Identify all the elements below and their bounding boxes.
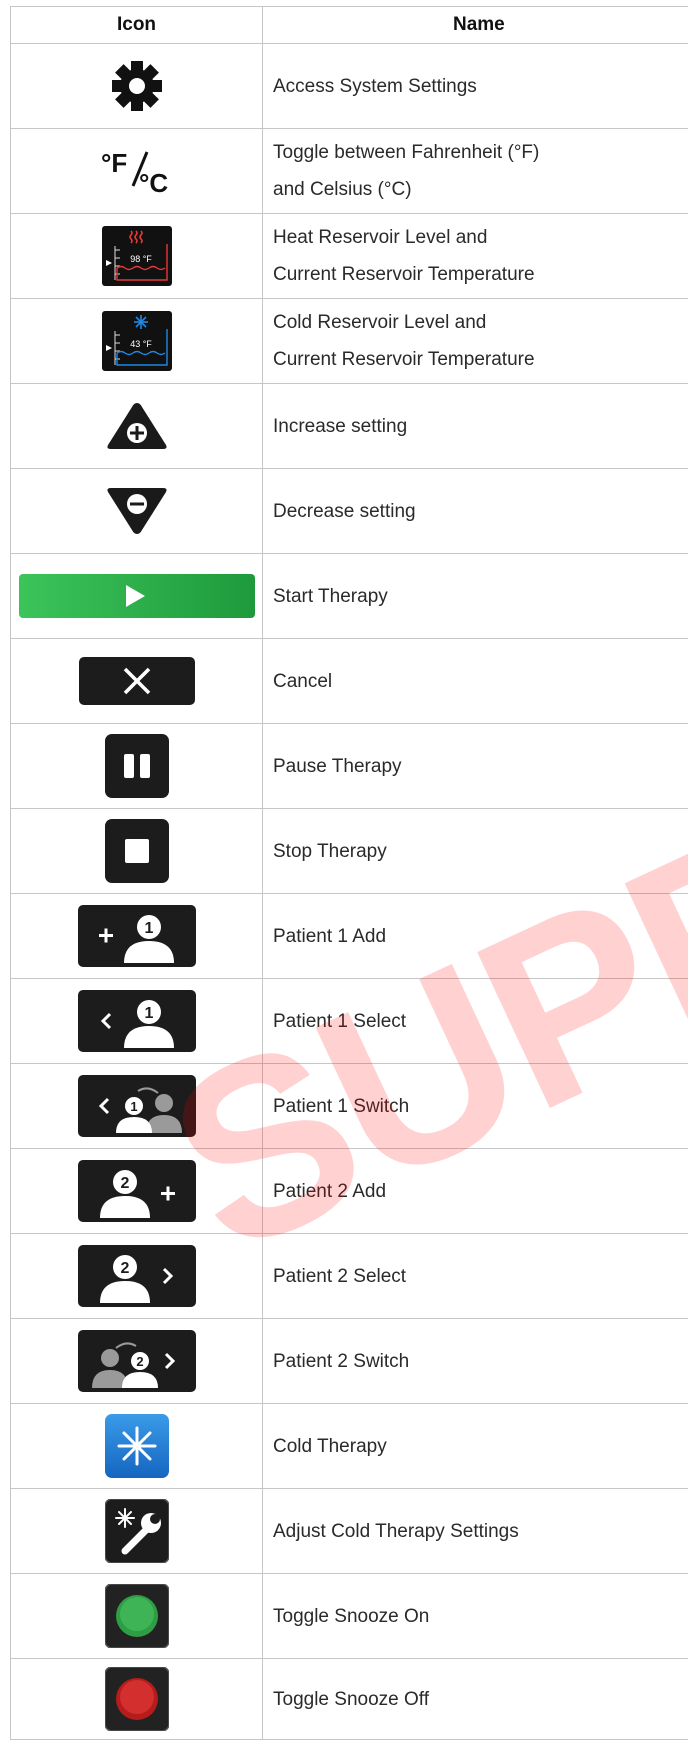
row-name-line-1: Cold Reservoir Level and [273,312,487,333]
heat-reservoir-icon: 98 °F [101,226,172,286]
table-row: 2 Patient 2 Select [10,1233,688,1319]
table-row: 2 Patient 2 Add [10,1148,688,1234]
row-name: Increase setting [262,383,688,469]
row-name: Toggle Snooze Off [262,1658,688,1740]
patient-1-add-icon: 1 [77,905,196,967]
row-name-line-1: Toggle between Fahrenheit (°F) [273,142,540,163]
icon-text-c: °C [139,168,168,196]
table-row: Toggle Snooze Off [10,1658,688,1740]
row-name: Patient 2 Add [262,1148,688,1234]
patient-badge: 1 [130,1099,137,1114]
row-name: Access System Settings [262,43,688,129]
table-row: 98 °F Heat Reservoir Level and Current R… [10,213,688,299]
red-circle-icon [104,1667,169,1731]
row-name-line-2: Current Reservoir Temperature [273,349,535,370]
table-row: Decrease setting [10,468,688,554]
row-name: Cold Therapy [262,1403,688,1489]
row-name: Pause Therapy [262,723,688,809]
table-row: Access System Settings [10,43,688,129]
row-name: Toggle Snooze On [262,1573,688,1659]
patient-badge: 1 [144,920,153,937]
table-row: Toggle Snooze On [10,1573,688,1659]
table-row: Pause Therapy [10,723,688,809]
table-row: 1 Patient 1 Select [10,978,688,1064]
table-row: °F °C Toggle between Fahrenheit (°F) and… [10,128,688,214]
row-name: Stop Therapy [262,808,688,894]
patient-badge: 2 [120,1260,129,1277]
row-name: Patient 2 Select [262,1233,688,1319]
decrease-triangle-icon [104,484,170,538]
patient-1-switch-icon: 1 [77,1075,196,1137]
row-name: Adjust Cold Therapy Settings [262,1488,688,1574]
table-row: Cancel [10,638,688,724]
close-icon [78,657,195,705]
row-name: Heat Reservoir Level and Current Reservo… [262,213,688,299]
row-name: Patient 2 Switch [262,1318,688,1404]
cold-temp-readout: 43 °F [130,339,152,349]
row-name-line-2: Current Reservoir Temperature [273,264,535,285]
patient-2-select-icon: 2 [77,1245,196,1307]
table-row: 1 Patient 1 Switch [10,1063,688,1149]
snowflake-wrench-icon [104,1499,169,1563]
row-name-line-2: and Celsius (°C) [273,179,412,200]
patient-badge: 2 [136,1354,143,1369]
stop-icon [104,819,169,883]
table-row: Increase setting [10,383,688,469]
snowflake-icon [104,1414,169,1478]
row-name-line-1: Heat Reservoir Level and [273,227,488,248]
patient-2-switch-icon: 2 [77,1330,196,1392]
row-name: Toggle between Fahrenheit (°F) and Celsi… [262,128,688,214]
cold-reservoir-icon: 43 °F [101,311,172,371]
patient-2-add-icon: 2 [77,1160,196,1222]
table-row: Adjust Cold Therapy Settings [10,1488,688,1574]
icon-table: Icon Name Access System Settings °F °C T… [10,6,688,1740]
gear-icon [109,58,165,114]
table-row: Cold Therapy [10,1403,688,1489]
row-name: Patient 1 Add [262,893,688,979]
patient-badge: 1 [144,1005,153,1022]
patient-badge: 2 [120,1175,129,1192]
table-row: 2 Patient 2 Switch [10,1318,688,1404]
header-icon: Icon [10,6,263,44]
increase-triangle-icon [104,399,170,453]
play-icon [18,574,255,618]
table-row: 43 °F Cold Reservoir Level and Current R… [10,298,688,384]
fahrenheit-celsius-icon: °F °C [99,146,175,196]
table-row: Start Therapy [10,553,688,639]
header-row: Icon Name [10,6,688,44]
heat-temp-readout: 98 °F [130,254,152,264]
table-row: 1 Patient 1 Add [10,893,688,979]
row-name: Patient 1 Select [262,978,688,1064]
patient-1-select-icon: 1 [77,990,196,1052]
header-name: Name [262,6,688,44]
row-name: Cold Reservoir Level and Current Reservo… [262,298,688,384]
green-circle-icon [104,1584,169,1648]
table-row: Stop Therapy [10,808,688,894]
pause-icon [104,734,169,798]
row-name: Decrease setting [262,468,688,554]
row-name: Cancel [262,638,688,724]
icon-text-f: °F [101,148,127,178]
row-name: Patient 1 Switch [262,1063,688,1149]
row-name: Start Therapy [262,553,688,639]
